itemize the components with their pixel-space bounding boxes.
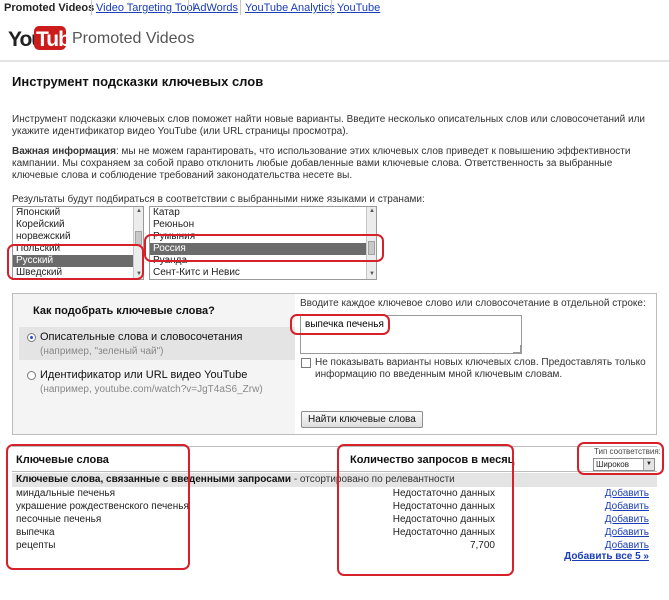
radio-descriptive-words[interactable] xyxy=(27,333,36,342)
option-descriptive-words-hint: (например, "зеленый чай") xyxy=(40,346,164,357)
table-row: украшение рождественского печенья Недост… xyxy=(12,500,657,513)
keyword-options-panel: Как подобрать ключевые слова? Описательн… xyxy=(12,293,657,435)
only-entered-keywords-checkbox[interactable] xyxy=(301,358,311,368)
scroll-up-icon[interactable]: ▲ xyxy=(135,207,143,216)
header-divider xyxy=(0,60,669,62)
nav-divider xyxy=(331,0,332,15)
results-group-sort: - отсортировано по релевантности xyxy=(291,474,455,485)
results-group-title: Ключевые слова, связанные с введенными з… xyxy=(16,474,292,485)
country-option[interactable]: Румыния xyxy=(150,231,376,243)
volume-cell: Недостаточно данных xyxy=(392,514,495,525)
language-option[interactable]: Шведский xyxy=(13,267,143,279)
keyword-textarea[interactable] xyxy=(300,315,522,354)
language-listbox[interactable]: Японский Корейский норвежский Польский Р… xyxy=(12,206,144,280)
scrollbar-thumb[interactable] xyxy=(135,231,142,245)
match-type-value: Широков xyxy=(596,460,629,469)
volume-cell: Недостаточно данных xyxy=(392,488,495,499)
scroll-down-icon[interactable]: ▼ xyxy=(368,270,376,279)
match-type-select[interactable]: Широков ▼ xyxy=(593,458,655,471)
keyword-source-question: Как подобрать ключевые слова? xyxy=(33,305,215,317)
country-option-selected[interactable]: Россия xyxy=(150,243,376,255)
keyword-input-instruction: Вводите каждое ключевое слово или словос… xyxy=(300,298,646,309)
country-option[interactable]: Реюньон xyxy=(150,219,376,231)
language-option[interactable]: Японский xyxy=(13,207,143,219)
option-video-id-hint: (например, youtube.com/watch?v=JgT4aS6_Z… xyxy=(40,384,263,395)
keyword-cell: миндальные печенья xyxy=(16,488,116,499)
country-listbox[interactable]: Катар Реюньон Румыния Россия Руанда Сент… xyxy=(149,206,377,280)
add-keyword-link[interactable]: Добавить xyxy=(605,526,649,539)
nav-link-youtube-analytics[interactable]: YouTube Analytics xyxy=(245,2,335,14)
option-descriptive-words-title: Описательные слова и словосочетания xyxy=(40,331,243,343)
country-option[interactable]: Сент-Китс и Невис xyxy=(150,267,376,279)
volume-cell: Недостаточно данных xyxy=(392,527,495,538)
language-scrollbar[interactable]: ▲ ▼ xyxy=(133,207,143,279)
add-keyword-link[interactable]: Добавить xyxy=(605,513,649,526)
only-entered-keywords-label: Не показывать варианты новых ключевых сл… xyxy=(315,357,646,380)
add-keyword-link[interactable]: Добавить xyxy=(605,487,649,500)
add-all-keywords-link[interactable]: Добавить все 5 » xyxy=(564,551,649,562)
volume-cell: Недостаточно данных xyxy=(392,501,495,512)
keyword-source-options: Как подобрать ключевые слова? Описательн… xyxy=(13,294,295,434)
important-notice: Важная информация: мы не можем гарантиро… xyxy=(12,146,660,182)
keyword-input-area: Вводите каждое ключевое слово или словос… xyxy=(296,294,656,434)
nav-divider xyxy=(188,0,189,15)
country-option[interactable]: Руанда xyxy=(150,255,376,267)
table-row: рецепты 7,700 Добавить xyxy=(12,539,657,552)
intro-text: Инструмент подсказки ключевых слов помож… xyxy=(12,114,646,137)
column-header-monthly-searches[interactable]: Количество запросов в месяц xyxy=(350,454,514,466)
scroll-down-icon[interactable]: ▼ xyxy=(135,270,143,279)
keyword-cell: украшение рождественского печенья xyxy=(16,501,189,512)
country-option[interactable]: Катар xyxy=(150,207,376,219)
keyword-cell: рецепты xyxy=(16,540,56,551)
product-name: Promoted Videos xyxy=(72,30,195,47)
option-video-id[interactable]: Идентификатор или URL видео YouTube (нап… xyxy=(19,367,295,400)
language-option[interactable]: норвежский xyxy=(13,231,143,243)
nav-link-video-targeting-tool[interactable]: Video Targeting Tool xyxy=(96,2,195,14)
textarea-resize-handle[interactable] xyxy=(513,345,521,353)
table-row: песочные печенья Недостаточно данных Доб… xyxy=(12,513,657,526)
top-navigation: Promoted Videos Video Targeting Tool AdW… xyxy=(0,0,669,17)
country-scrollbar[interactable]: ▲ ▼ xyxy=(366,207,376,279)
nav-link-youtube[interactable]: YouTube xyxy=(337,2,380,14)
nav-divider xyxy=(91,0,92,15)
keyword-cell: песочные печенья xyxy=(16,514,102,525)
match-type-label: Тип соответствия: xyxy=(594,447,661,456)
results-note: Результаты будут подбираться в соответст… xyxy=(12,194,425,205)
column-header-keywords[interactable]: Ключевые слова xyxy=(16,454,109,466)
option-video-id-title: Идентификатор или URL видео YouTube xyxy=(40,369,248,381)
important-label: Важная информация xyxy=(12,146,116,157)
language-option[interactable]: Польский xyxy=(13,243,143,255)
add-keyword-link[interactable]: Добавить xyxy=(605,500,649,513)
nav-current-promoted-videos: Promoted Videos xyxy=(4,2,95,14)
volume-cell: 7,700 xyxy=(469,540,495,551)
table-row: выпечка Недостаточно данных Добавить xyxy=(12,526,657,539)
nav-divider xyxy=(240,0,241,15)
scrollbar-thumb[interactable] xyxy=(368,241,375,255)
results-header: Ключевые слова Количество запросов в мес… xyxy=(12,446,661,472)
radio-video-id[interactable] xyxy=(27,371,36,380)
keyword-cell: выпечка xyxy=(16,527,55,538)
chevron-down-icon[interactable]: ▼ xyxy=(643,459,654,470)
nav-link-adwords[interactable]: AdWords xyxy=(193,2,238,14)
results-group-header: Ключевые слова, связанные с введенными з… xyxy=(12,473,657,487)
page-title: Инструмент подсказки ключевых слов xyxy=(12,74,264,89)
table-row: миндальные печенья Недостаточно данных Д… xyxy=(12,487,657,500)
language-option-selected[interactable]: Русский xyxy=(13,255,143,267)
language-option[interactable]: Корейский xyxy=(13,219,143,231)
scroll-up-icon[interactable]: ▲ xyxy=(368,207,376,216)
find-keywords-button[interactable]: Найти ключевые слова xyxy=(301,411,423,428)
option-descriptive-words[interactable]: Описательные слова и словосочетания (нап… xyxy=(19,327,295,360)
